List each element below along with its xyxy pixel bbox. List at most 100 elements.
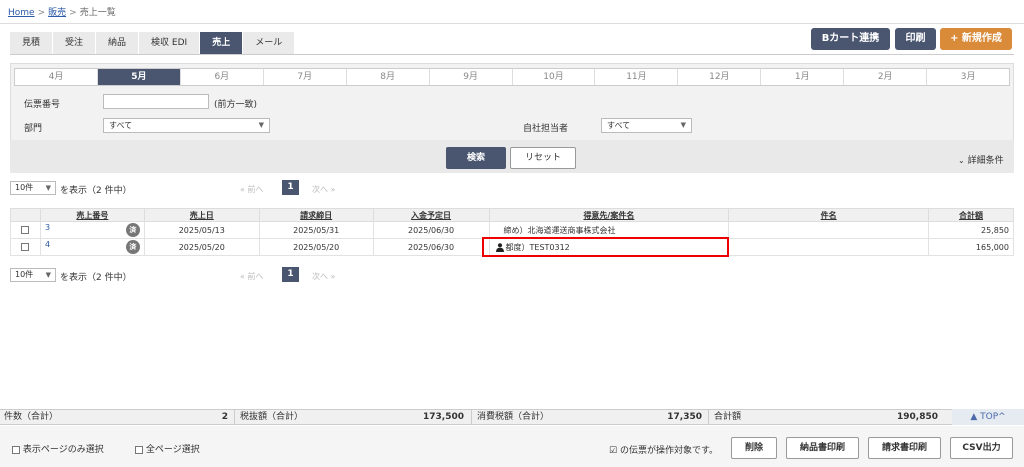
- tax-total-label: 消費税額（合計）: [477, 412, 550, 422]
- select-page-label: 表示ページのみ選択: [22, 445, 104, 455]
- month-tab[interactable]: 11月: [595, 69, 679, 85]
- slip-number-input[interactable]: [103, 94, 209, 109]
- print-button[interactable]: 印刷: [895, 28, 936, 50]
- prev-page-link[interactable]: « 前へ: [240, 184, 263, 195]
- status-badge: 済: [125, 240, 140, 254]
- month-tab[interactable]: 10月: [513, 69, 596, 85]
- tab-bar-divider: [10, 54, 1014, 55]
- month-tab[interactable]: 12月: [678, 69, 762, 85]
- header-subject[interactable]: 件名: [728, 208, 929, 222]
- month-selector: 4月 5月 6月 7月 8月 9月 10月 11月 12月 1月 2月 3月: [14, 68, 1010, 86]
- breadcrumb: Home > 販売 > 売上一覧: [8, 5, 116, 18]
- slip-number-label: 伝票番号: [24, 100, 61, 110]
- chevron-down-icon: ▼: [45, 184, 51, 192]
- breadcrumb-current: 売上一覧: [79, 8, 116, 18]
- row-checkbox-cell: [10, 238, 41, 256]
- total-cell: 25,850: [928, 221, 1014, 239]
- divider: [471, 410, 472, 424]
- breadcrumb-sales-link[interactable]: 販売: [48, 8, 66, 18]
- new-create-button[interactable]: + 新規作成: [940, 28, 1012, 50]
- tab-order[interactable]: 受注: [53, 32, 96, 54]
- per-page-value: 10件: [15, 270, 34, 279]
- chevron-down-icon: ▼: [258, 121, 264, 129]
- staff-select[interactable]: すべて ▼: [601, 118, 692, 133]
- count-total-value: 2: [221, 412, 228, 422]
- total-cell: 165,000: [928, 238, 1014, 256]
- select-page-option[interactable]: 表示ページのみ選択: [12, 442, 104, 455]
- display-count-text: を表示（2 件中）: [60, 273, 132, 283]
- month-tab[interactable]: 1月: [761, 69, 845, 85]
- detail-conditions-toggle[interactable]: ⌄ 詳細条件: [958, 153, 1004, 166]
- detail-conditions-label: 詳細条件: [967, 156, 1004, 166]
- chevron-down-icon: ▼: [45, 271, 51, 279]
- breadcrumb-separator: >: [69, 8, 77, 18]
- next-page-link[interactable]: 次へ »: [312, 271, 335, 282]
- month-tab-active[interactable]: 5月: [97, 69, 181, 85]
- breadcrumb-separator: >: [37, 8, 46, 18]
- operation-target-note: ☑ の伝票が操作対象です。: [609, 443, 718, 456]
- table-row: 3済 2025/05/13 2025/05/31 2025/06/30 締め）北…: [10, 221, 1014, 239]
- tab-estimate[interactable]: 見積: [10, 32, 53, 54]
- sales-number-link[interactable]: 4: [45, 240, 50, 249]
- select-all-checkbox[interactable]: [135, 445, 143, 454]
- department-select[interactable]: すべて ▼: [103, 118, 270, 133]
- prev-page-link[interactable]: « 前へ: [240, 271, 263, 282]
- department-label: 部門: [24, 124, 43, 134]
- per-page-value: 10件: [15, 183, 34, 192]
- subject-cell: [728, 221, 929, 239]
- tab-sales[interactable]: 売上: [200, 32, 243, 54]
- select-page-checkbox[interactable]: [12, 445, 20, 454]
- scroll-top-button[interactable]: ▲ TOP^: [952, 409, 1024, 425]
- status-badge: 済: [125, 223, 140, 237]
- divider: [708, 410, 709, 424]
- breadcrumb-home-link[interactable]: Home: [8, 8, 35, 18]
- header-sales-date[interactable]: 売上日: [143, 208, 260, 222]
- bcart-link-button[interactable]: Bカート連携: [811, 28, 890, 50]
- tab-mail[interactable]: メール: [243, 32, 295, 54]
- current-page[interactable]: 1: [282, 180, 299, 195]
- scroll-top-label: TOP: [980, 412, 999, 422]
- billing-close-cell: 2025/05/20: [258, 238, 374, 256]
- csv-export-button[interactable]: CSV出力: [950, 437, 1013, 459]
- select-all-label: 全ページ選択: [145, 445, 200, 455]
- divider: [234, 410, 235, 424]
- delivery-note-print-button[interactable]: 納品書印刷: [786, 437, 859, 459]
- current-page[interactable]: 1: [282, 267, 299, 282]
- month-tab[interactable]: 4月: [15, 69, 98, 85]
- tax-total-value: 17,350: [667, 412, 702, 422]
- delete-button[interactable]: 削除: [731, 437, 777, 459]
- month-tab[interactable]: 6月: [181, 69, 264, 85]
- invoice-print-button[interactable]: 請求書印刷: [868, 437, 941, 459]
- month-tab[interactable]: 2月: [844, 69, 928, 85]
- table-header-row: 売上番号 売上日 請求締日 入金予定日 得意先/案件名 件名 合計額: [10, 208, 1014, 222]
- sales-number-link[interactable]: 3: [45, 223, 50, 232]
- payment-due-cell: 2025/06/30: [372, 238, 490, 256]
- tab-delivery[interactable]: 納品: [96, 32, 139, 54]
- chevron-down-icon: ⌄: [958, 156, 965, 165]
- next-page-link[interactable]: 次へ »: [312, 184, 335, 195]
- search-button[interactable]: 検索: [446, 147, 506, 169]
- select-all-option[interactable]: 全ページ選択: [135, 442, 200, 455]
- month-tab[interactable]: 3月: [927, 69, 1009, 85]
- header-sales-number[interactable]: 売上番号: [39, 208, 145, 222]
- payment-due-cell: 2025/06/30: [372, 221, 490, 239]
- reset-button[interactable]: リセット: [510, 147, 576, 169]
- tab-inspection-edi[interactable]: 検収 EDI: [139, 32, 200, 54]
- header-customer[interactable]: 得意先/案件名: [488, 208, 730, 222]
- department-select-value: すべて: [109, 121, 133, 130]
- highlight-box: [482, 237, 729, 257]
- month-tab[interactable]: 7月: [264, 69, 347, 85]
- header-billing-close-date[interactable]: 請求締日: [258, 208, 374, 222]
- staff-select-value: すべて: [607, 121, 631, 130]
- sales-date-cell: 2025/05/20: [143, 238, 260, 256]
- per-page-select[interactable]: 10件 ▼: [10, 181, 56, 195]
- operation-target-text: の伝票が操作対象です。: [619, 446, 719, 456]
- row-checkbox[interactable]: [21, 243, 30, 251]
- month-tab[interactable]: 9月: [430, 69, 513, 85]
- sales-date-cell: 2025/05/13: [143, 221, 260, 239]
- month-tab[interactable]: 8月: [347, 69, 430, 85]
- header-total[interactable]: 合計額: [928, 208, 1014, 222]
- row-checkbox[interactable]: [21, 226, 30, 234]
- per-page-select-bottom[interactable]: 10件 ▼: [10, 268, 56, 282]
- header-payment-due-date[interactable]: 入金予定日: [372, 208, 490, 222]
